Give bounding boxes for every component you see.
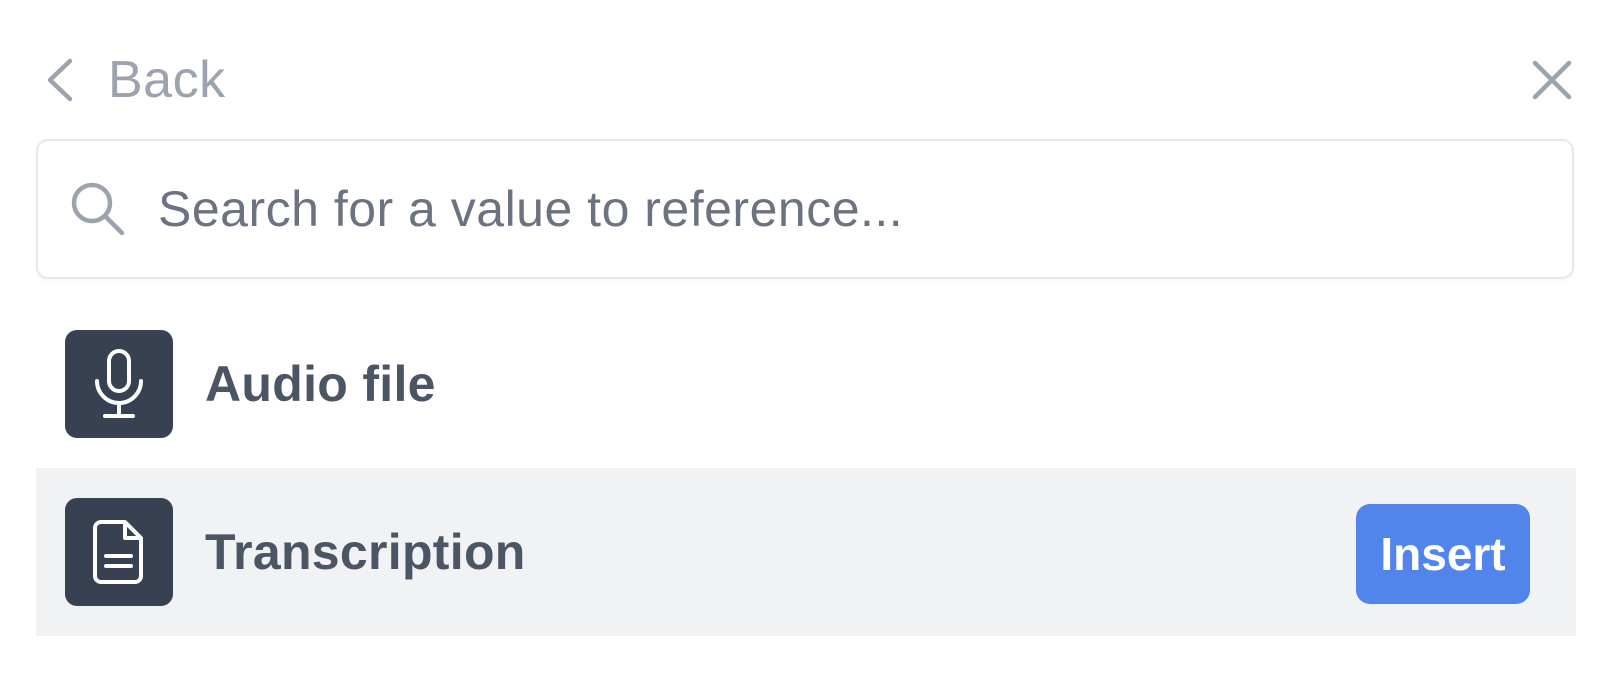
close-button[interactable] xyxy=(1528,56,1576,104)
search-input[interactable] xyxy=(158,169,1538,249)
reference-picker-panel: Back Search for a value to reference... … xyxy=(0,0,1618,700)
list-item-transcription[interactable]: Transcription Insert xyxy=(36,468,1576,636)
reference-list: Audio file Transcription Insert xyxy=(36,300,1576,636)
list-item-label: Transcription xyxy=(205,524,526,580)
panel-header: Back xyxy=(36,40,1576,120)
search-icon xyxy=(68,179,128,239)
back-label: Back xyxy=(108,51,226,109)
insert-button[interactable]: Insert xyxy=(1356,504,1530,604)
back-button[interactable]: Back xyxy=(44,40,226,120)
search-box[interactable] xyxy=(36,139,1574,279)
list-item-label: Audio file xyxy=(205,356,436,412)
document-icon xyxy=(65,498,173,606)
close-icon xyxy=(1532,60,1572,100)
microphone-icon xyxy=(65,330,173,438)
chevron-left-icon xyxy=(44,56,84,104)
list-item-audio-file[interactable]: Audio file xyxy=(36,300,1576,468)
